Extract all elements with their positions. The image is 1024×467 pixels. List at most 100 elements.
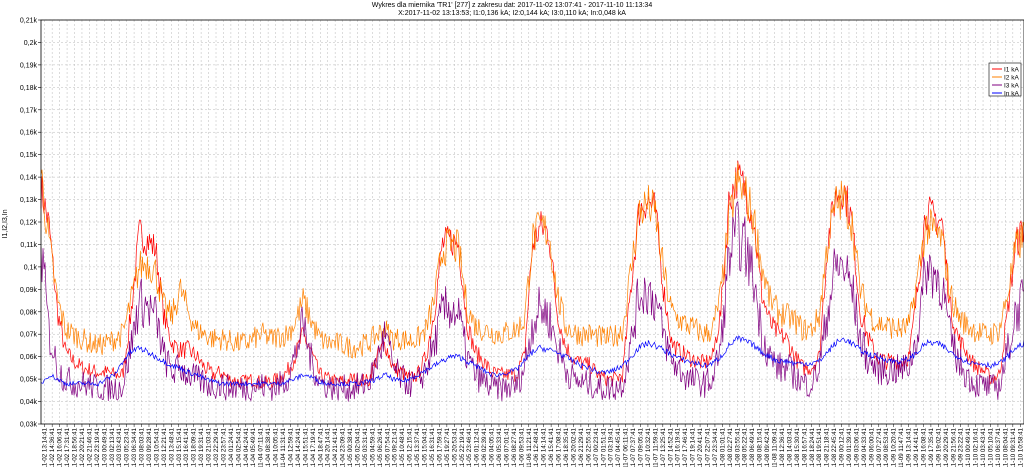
x-tick-label: 11-03 03:43:41 xyxy=(116,427,123,467)
y-tick-label: 0,14k xyxy=(20,175,38,182)
x-tick-label: 11-05 07:54:41 xyxy=(384,427,391,467)
y-axis-label: I1,I2,I3,In xyxy=(2,209,9,238)
y-tick-label: 0,09k xyxy=(20,287,38,294)
x-tick-label: 11-09 23:22:41 xyxy=(958,427,965,467)
x-tick-label: 11-06 12:48:41 xyxy=(533,427,540,467)
y-tick-label: 0,11k xyxy=(20,242,37,249)
x-tick-label: 11-10 09:31:41 xyxy=(1010,427,1017,467)
x-tick-label: 11-07 03:19:41 xyxy=(608,427,615,467)
x-tick-label: 11-07 04:45:41 xyxy=(615,427,622,467)
x-tick-label: 11-06 18:35:41 xyxy=(563,427,570,467)
x-tick-label: 11-09 04:33:41 xyxy=(861,427,868,467)
x-tick-label: 11-07 16:19:41 xyxy=(675,427,682,467)
x-tick-label: 11-06 02:39:41 xyxy=(481,427,488,467)
chart-title: Wykres dla miernika 'TR1' [277] z zakres… xyxy=(372,2,653,9)
x-tick-label: 11-06 14:14:41 xyxy=(541,427,548,467)
x-tick-label: 11-05 10:48:41 xyxy=(399,427,406,467)
x-tick-label: 11-04 15:51:41 xyxy=(302,427,309,467)
y-tick-label: 0,16k xyxy=(20,130,38,137)
x-tick-label: 11-03 05:23:41 xyxy=(124,427,131,467)
x-tick-label: 11-04 07:11:41 xyxy=(258,427,265,467)
x-tick-label: 11-09 01:39:41 xyxy=(846,427,853,467)
x-tick-label: 11-07 00:23:41 xyxy=(593,427,600,467)
x-tick-label: 11-07 07:37:41 xyxy=(630,427,637,467)
x-tick-label: 11-07 13:25:41 xyxy=(660,427,667,467)
x-tick-label: 11-07 06:11:41 xyxy=(623,427,630,467)
x-tick-label: 11-09 16:08:41 xyxy=(920,427,927,467)
y-axis: 0,03k 0,04k 0,05k 0,06k 0,07k 0,08k 0,09k 0,1k 0… xyxy=(20,18,41,429)
x-tick-label: 11-04 01:24:41 xyxy=(228,427,235,467)
x-tick-label: 11-08 21:18:41 xyxy=(824,427,831,467)
x-tick-label: 11-08 09:42:41 xyxy=(764,427,771,467)
x-tick-label: 11-06 07:01:41 xyxy=(503,427,510,467)
x-tick-label: 11-06 17:08:41 xyxy=(556,427,563,467)
x-tick-label: 11-04 20:14:41 xyxy=(325,427,332,467)
x-tick-label: 11-07 20:41:41 xyxy=(697,427,704,467)
x-tick-label: 11-05 23:46:41 xyxy=(466,427,473,467)
x-tick-label: 11-10 03:43:41 xyxy=(980,427,987,467)
x-tick-label: 11-04 18:47:41 xyxy=(317,427,324,467)
x-tick-label: 11-06 11:21:41 xyxy=(526,427,533,467)
y-tick-label: 0,05k xyxy=(20,377,38,384)
x-tick-label: 11-08 18:24:41 xyxy=(809,427,816,467)
x-tick-label: 11-08 08:15:41 xyxy=(757,427,764,467)
x-tick-label: 11-08 15:30:41 xyxy=(794,427,801,467)
x-tick-label: 11-04 11:31:41 xyxy=(280,427,287,467)
x-tick-label: 11-05 09:21:41 xyxy=(392,427,399,467)
x-tick-label: 11-07 10:32:41 xyxy=(645,427,652,467)
x-tick-label: 11-03 18:09:41 xyxy=(191,427,198,467)
x-tick-label: 11-09 14:41:41 xyxy=(913,427,920,467)
x-tick-label: 11-04 14:24:41 xyxy=(295,427,302,467)
x-tick-label: 11-03 10:54:41 xyxy=(153,427,160,467)
x-tick-label: 11-04 23:09:41 xyxy=(340,427,347,467)
x-tick-label: 11-02 16:06:41 xyxy=(57,427,64,467)
y-tick-label: 0,13k xyxy=(20,197,38,204)
x-tick-label: 11-10 02:16:41 xyxy=(973,427,980,467)
x-tick-label: 11-09 00:12:41 xyxy=(839,427,846,467)
series-line-in xyxy=(40,335,1024,388)
x-tick-label: 11-08 01:01:41 xyxy=(719,427,726,467)
x-tick-label: 11-09 03:06:41 xyxy=(853,427,860,467)
y-tick-label: 0,03k xyxy=(20,422,38,429)
x-tick-label: 11-07 22:07:41 xyxy=(705,427,712,467)
x-tick-label: 11-07 14:52:41 xyxy=(667,427,674,467)
x-tick-label: 11-05 13:37:41 xyxy=(414,427,421,467)
x-tick-label: 11-06 22:55:41 xyxy=(585,427,592,467)
x-tick-label: 11-03 16:41:41 xyxy=(183,427,190,467)
x-tick-label: 11-09 11:47:41 xyxy=(898,427,905,467)
x-tick-label: 11-06 20:02:41 xyxy=(570,427,577,467)
x-tick-label: 11-09 19:02:41 xyxy=(935,427,942,467)
x-tick-label: 11-08 06:49:41 xyxy=(749,427,756,467)
x-tick-label: 11-09 13:14:41 xyxy=(906,427,913,467)
chart-subtitle: X:2017-11-02 13:13:53; I1:0,136 kA; I2:0… xyxy=(398,10,626,17)
x-tick-label: 11-09 20:29:41 xyxy=(943,427,950,467)
x-tick-label: 11-08 11:09:41 xyxy=(772,427,779,467)
x-tick-label: 11-09 06:00:41 xyxy=(868,427,875,467)
x-tick-label: 11-03 12:21:41 xyxy=(161,427,168,467)
x-axis: 11-02 13:14:41 11-02 14:36:41 11-02 16:06:… xyxy=(42,424,1024,467)
x-tick-label: 11-05 00:38:41 xyxy=(347,427,354,467)
x-tick-label: 11-08 14:03:41 xyxy=(786,427,793,467)
x-tick-label: 11-02 17:31:41 xyxy=(64,427,71,467)
x-tick-label: 11-06 15:41:41 xyxy=(548,427,555,467)
x-tick-label: 11-05 19:27:41 xyxy=(444,427,451,467)
x-tick-label: 11-06 08:27:41 xyxy=(511,427,518,467)
x-tick-label: 11-05 15:04:41 xyxy=(422,427,429,467)
x-tick-label: 11-08 02:27:41 xyxy=(727,427,734,467)
y-tick-label: 0,1k xyxy=(24,264,38,271)
x-tick-label: 11-09 17:35:41 xyxy=(928,427,935,467)
x-tick-label: 11-04 10:05:41 xyxy=(273,427,280,467)
x-tick-label: 11-04 12:59:41 xyxy=(287,427,294,467)
x-tick-label: 11-10 08:04:41 xyxy=(1002,427,1009,467)
x-tick-label: 11-04 21:41:41 xyxy=(332,427,339,467)
y-tick-label: 0,07k xyxy=(20,332,38,339)
x-tick-label: 11-10 05:10:41 xyxy=(987,427,994,467)
x-tick-label: 11-02 13:14:41 xyxy=(42,427,49,467)
x-tick-label: 11-05 06:26:41 xyxy=(377,427,384,467)
x-tick-label: 11-04 17:19:41 xyxy=(310,427,317,467)
x-tick-label: 11-06 21:29:41 xyxy=(578,427,585,467)
x-tick-label: 11-05 16:31:41 xyxy=(429,427,436,467)
x-tick-label: 11-09 07:27:41 xyxy=(876,427,883,467)
x-tick-label: 11-07 19:14:41 xyxy=(690,427,697,467)
grid xyxy=(41,19,1024,425)
